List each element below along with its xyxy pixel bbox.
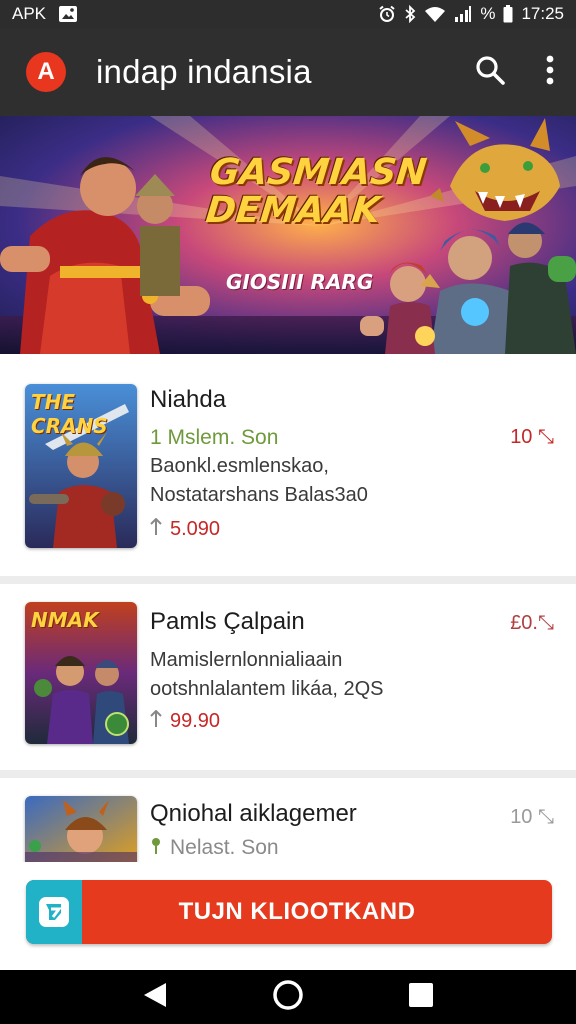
game-meta-row: Nelast. Son: [150, 836, 279, 860]
app-bar: A indap indansia: [0, 28, 576, 116]
status-apk-label: APK: [12, 4, 47, 23]
game-description: Baonkl.esmlenskao, Nostatarshans Balas3a…: [150, 452, 450, 510]
system-nav-bar: [0, 970, 576, 1024]
home-icon[interactable]: [272, 979, 304, 1016]
game-price: 99.90: [170, 710, 221, 732]
thumbnail-title: NMAK: [31, 608, 99, 632]
list-item[interactable]: NMAK Pamls Çalpain £0.⤡ Mamislernlonnial…: [0, 584, 576, 770]
game-description-line1: Mamislernlonnialiaain: [150, 649, 343, 671]
game-title: Qniohal aiklagemer: [150, 800, 357, 827]
game-meta: 1 Mslem. Son: [150, 426, 279, 449]
clock: 17:25: [521, 4, 564, 23]
install-button[interactable]: TUJN KLIOOTKAND: [26, 880, 552, 944]
wifi-icon: [424, 5, 446, 23]
battery-icon: [503, 5, 513, 23]
game-size: £0.⤡: [510, 612, 554, 634]
game-description-line2: ootshnlalantem likáa, 2QS: [150, 678, 384, 700]
more-vert-icon[interactable]: [546, 55, 554, 90]
bluetooth-icon: [404, 5, 416, 23]
alarm-icon: [378, 5, 396, 23]
thumbnail-title: THE CRANS: [31, 390, 108, 438]
list-item[interactable]: Qniohal aiklagemer 10 ⤡ Nelast. Son: [0, 778, 576, 864]
cta-strip: TUJN KLIOOTKAND: [0, 862, 576, 970]
image-icon: [58, 5, 78, 23]
signal-icon: [454, 5, 472, 23]
game-thumbnail: NMAK: [25, 602, 137, 744]
game-price-row: 5.090: [150, 517, 221, 541]
install-button-label: TUJN KLIOOTKAND: [178, 898, 416, 925]
battery-text: %: [480, 4, 496, 23]
game-size: 10 ⤡: [510, 426, 554, 448]
game-description-line1: Baonkl.esmlenskao,: [150, 455, 329, 477]
banner-subtitle: GIOSIII RARG: [226, 270, 374, 294]
search-icon[interactable]: [474, 54, 506, 91]
back-icon[interactable]: [142, 981, 168, 1014]
app-store-icon: [26, 880, 82, 944]
promo-banner[interactable]: GASMIASN DEMAAK GIOSIII RARG: [0, 116, 576, 354]
app-logo-letter: A: [37, 58, 55, 85]
game-size: 10 ⤡: [510, 806, 554, 828]
pin-icon: [150, 837, 162, 860]
price-tag-icon: [150, 709, 162, 733]
game-title: Pamls Çalpain: [150, 608, 305, 635]
recents-icon[interactable]: [408, 982, 434, 1013]
app-logo[interactable]: A: [26, 52, 66, 92]
game-price-row: 99.90: [150, 709, 221, 733]
list-item[interactable]: THE CRANS Niahda 1 Mslem. Son 10 ⤡ Baonk…: [0, 354, 576, 576]
game-price: 5.090: [170, 518, 221, 540]
screen: APK % 17:25 A indap indansia GASMIASN DE…: [0, 0, 576, 1024]
game-description-line2: Nostatarshans Balas3a0: [150, 484, 368, 506]
game-title: Niahda: [150, 386, 227, 413]
banner-title-line2: DEMAAK: [203, 189, 383, 231]
game-description: Mamislernlonnialiaain ootshnlalantem lik…: [150, 646, 450, 704]
price-tag-icon: [150, 517, 162, 541]
app-title: indap indansia: [96, 53, 312, 90]
banner-title-line1: GASMIASN: [207, 152, 429, 193]
game-meta: Nelast. Son: [170, 836, 279, 859]
banner-title: GASMIASN DEMAAK: [203, 152, 429, 231]
game-thumbnail: [25, 796, 137, 864]
status-bar: APK % 17:25: [0, 0, 576, 28]
game-thumbnail: THE CRANS: [25, 384, 137, 548]
